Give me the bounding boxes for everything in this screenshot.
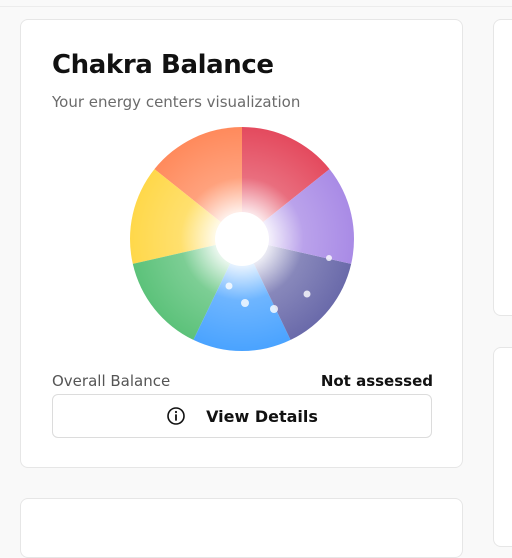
sparkle	[225, 282, 233, 290]
sparkle	[241, 299, 249, 307]
overall-balance-value: Not assessed	[320, 372, 433, 390]
chakra-wheel-graphic	[130, 127, 354, 351]
side-card-bottom	[493, 347, 512, 547]
chakra-wheel	[129, 126, 355, 352]
sparkle	[303, 290, 311, 298]
card-subtitle: Your energy centers visualization	[52, 93, 301, 111]
info-icon	[167, 407, 185, 425]
overall-balance-row: Overall Balance Not assessed	[52, 372, 433, 390]
sparkle	[270, 305, 278, 313]
top-divider	[0, 6, 512, 7]
sparkle	[326, 255, 332, 261]
next-card	[20, 498, 463, 558]
side-card-top	[493, 19, 512, 316]
overall-balance-label: Overall Balance	[52, 372, 171, 390]
view-details-label: View Details	[206, 406, 318, 426]
chakra-balance-card: Chakra Balance Your energy centers visua…	[20, 19, 463, 468]
view-details-button[interactable]: View Details	[52, 394, 432, 438]
card-title: Chakra Balance	[52, 50, 274, 80]
wheel-center	[215, 212, 269, 266]
